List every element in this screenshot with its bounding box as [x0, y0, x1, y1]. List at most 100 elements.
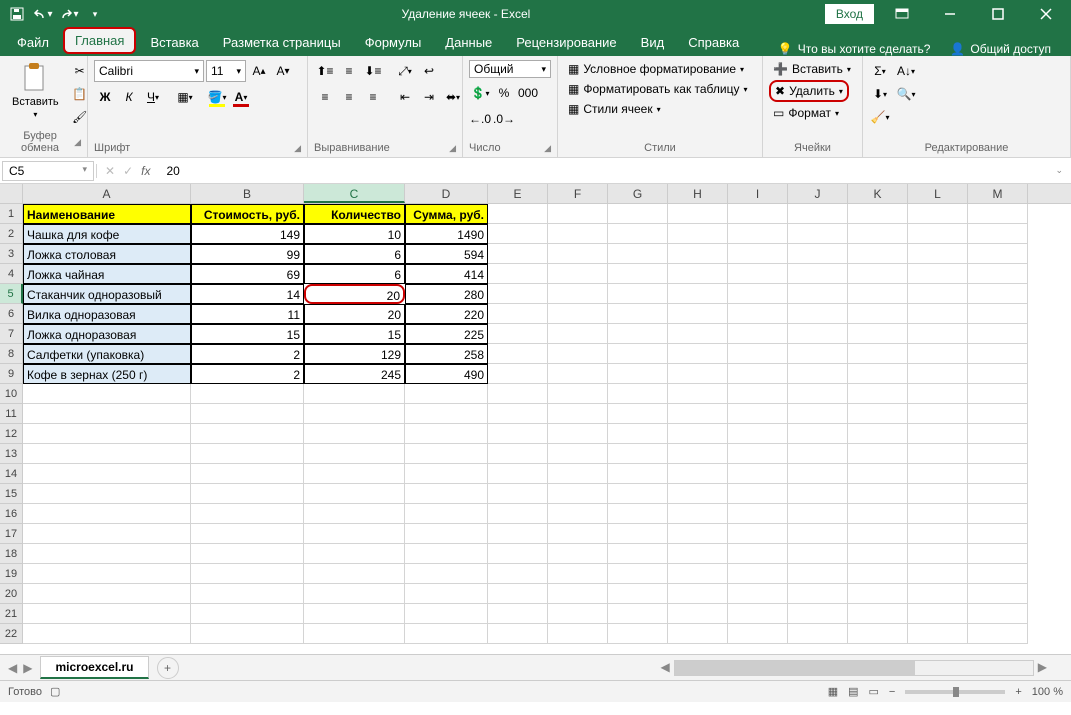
cell[interactable]	[488, 544, 548, 564]
fx-icon[interactable]: fx	[141, 164, 150, 178]
cell[interactable]	[788, 324, 848, 344]
cell[interactable]	[608, 224, 668, 244]
spreadsheet-grid[interactable]: ABCDEFGHIJKLM 1НаименованиеСтоимость, ру…	[0, 184, 1071, 654]
cell[interactable]	[728, 224, 788, 244]
cell[interactable]	[728, 584, 788, 604]
cell[interactable]: 6	[304, 244, 405, 264]
cell[interactable]	[23, 604, 191, 624]
cell[interactable]	[848, 204, 908, 224]
cell[interactable]	[23, 524, 191, 544]
cell[interactable]	[304, 464, 405, 484]
cell[interactable]	[191, 524, 304, 544]
cell[interactable]	[788, 504, 848, 524]
horizontal-scrollbar[interactable]	[674, 660, 1034, 676]
cell[interactable]	[405, 524, 488, 544]
cell[interactable]	[968, 584, 1028, 604]
cell[interactable]	[488, 484, 548, 504]
share-button[interactable]: 👤Общий доступ	[940, 42, 1061, 56]
increase-decimal-icon[interactable]: ←.0	[469, 108, 491, 130]
cell[interactable]	[728, 484, 788, 504]
cell[interactable]	[728, 264, 788, 284]
cell[interactable]	[304, 624, 405, 644]
cell[interactable]: 280	[405, 284, 488, 304]
cell[interactable]: Салфетки (упаковка)	[23, 344, 191, 364]
row-header[interactable]: 13	[0, 444, 23, 464]
cell[interactable]	[608, 444, 668, 464]
cell[interactable]: 129	[304, 344, 405, 364]
cell[interactable]	[488, 344, 548, 364]
row-header[interactable]: 20	[0, 584, 23, 604]
tab-insert[interactable]: Вставка	[138, 29, 210, 56]
italic-button[interactable]: К	[118, 86, 140, 108]
cell[interactable]: 69	[191, 264, 304, 284]
cell[interactable]	[728, 244, 788, 264]
cell[interactable]	[405, 444, 488, 464]
cell[interactable]	[728, 364, 788, 384]
select-all-corner[interactable]	[0, 184, 23, 203]
cell[interactable]	[191, 604, 304, 624]
borders-icon[interactable]: ▦▾	[174, 86, 196, 108]
cell[interactable]	[668, 524, 728, 544]
cell[interactable]	[968, 364, 1028, 384]
cell[interactable]	[788, 564, 848, 584]
cell[interactable]	[608, 384, 668, 404]
expand-formula-bar-icon[interactable]: ⌄	[1047, 165, 1071, 176]
cell[interactable]: Кофе в зернах (250 г)	[23, 364, 191, 384]
cell[interactable]	[728, 324, 788, 344]
underline-button[interactable]: Ч▾	[142, 86, 164, 108]
row-header[interactable]: 3	[0, 244, 23, 264]
zoom-in-icon[interactable]: +	[1015, 686, 1021, 698]
cell[interactable]	[848, 564, 908, 584]
tab-layout[interactable]: Разметка страницы	[211, 29, 353, 56]
maximize-icon[interactable]	[978, 0, 1018, 28]
row-header[interactable]: 22	[0, 624, 23, 644]
row-header[interactable]: 4	[0, 264, 23, 284]
cell[interactable]	[488, 524, 548, 544]
fill-icon[interactable]: ⬇▾	[869, 83, 891, 105]
column-header[interactable]: C	[304, 184, 405, 203]
cell[interactable]	[728, 624, 788, 644]
cell[interactable]	[548, 524, 608, 544]
fill-color-icon[interactable]: 🪣▾	[206, 86, 228, 108]
cell[interactable]	[548, 264, 608, 284]
cell[interactable]	[548, 304, 608, 324]
column-header[interactable]: E	[488, 184, 548, 203]
format-as-table-button[interactable]: ▦Форматировать как таблицу▾	[564, 80, 752, 98]
cell[interactable]	[788, 384, 848, 404]
cell[interactable]	[23, 504, 191, 524]
cell[interactable]	[668, 544, 728, 564]
cell[interactable]	[488, 604, 548, 624]
cell[interactable]	[788, 204, 848, 224]
cell[interactable]	[608, 624, 668, 644]
tab-help[interactable]: Справка	[676, 29, 751, 56]
cell[interactable]: Сумма, руб.	[405, 204, 488, 224]
cell[interactable]	[788, 524, 848, 544]
row-header[interactable]: 11	[0, 404, 23, 424]
cell[interactable]	[488, 224, 548, 244]
column-header[interactable]: A	[23, 184, 191, 203]
cell[interactable]	[788, 484, 848, 504]
cell[interactable]	[548, 584, 608, 604]
cell[interactable]	[191, 404, 304, 424]
align-middle-icon[interactable]: ≡	[338, 60, 360, 82]
cell[interactable]	[968, 564, 1028, 584]
cell[interactable]	[405, 584, 488, 604]
column-header[interactable]: J	[788, 184, 848, 203]
cell[interactable]	[968, 404, 1028, 424]
row-header[interactable]: 1	[0, 204, 23, 224]
cell[interactable]	[191, 444, 304, 464]
cell[interactable]	[908, 224, 968, 244]
cell[interactable]	[908, 484, 968, 504]
cell[interactable]	[548, 504, 608, 524]
cell[interactable]	[848, 464, 908, 484]
cell[interactable]	[608, 404, 668, 424]
cell[interactable]	[728, 424, 788, 444]
cell[interactable]	[668, 204, 728, 224]
close-icon[interactable]	[1026, 0, 1066, 28]
dialog-launcher-icon[interactable]: ◢	[74, 137, 81, 148]
cell[interactable]	[668, 464, 728, 484]
cell[interactable]: 20	[304, 284, 405, 304]
tab-file[interactable]: Файл	[5, 29, 61, 56]
cell[interactable]	[968, 624, 1028, 644]
cell[interactable]	[668, 364, 728, 384]
